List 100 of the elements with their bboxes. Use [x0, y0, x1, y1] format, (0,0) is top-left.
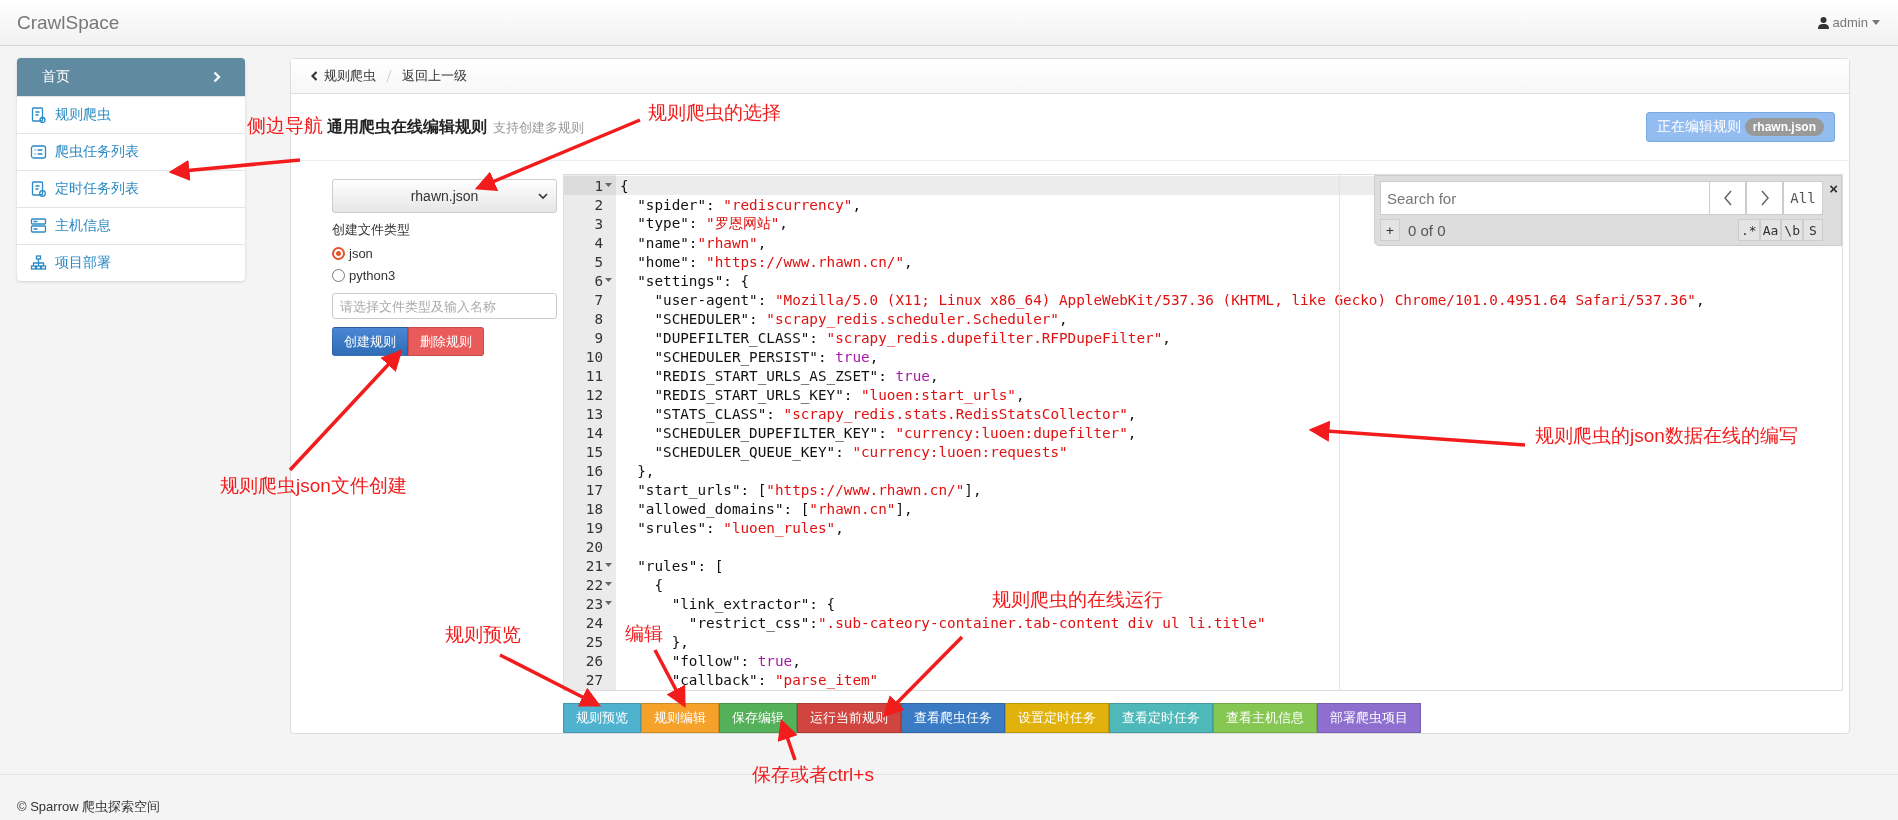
annotation-label: 规则爬虫json文件创建: [220, 474, 407, 498]
line-number: 10: [585, 348, 603, 365]
fold-caret-icon[interactable]: [605, 278, 612, 283]
sidebar-item-label: 项目部署: [55, 254, 111, 272]
file-type-option[interactable]: python3: [332, 268, 557, 283]
breadcrumb-link[interactable]: 返回上一级: [402, 67, 467, 86]
fold-caret-icon[interactable]: [605, 183, 612, 188]
line-number: 19: [585, 519, 603, 536]
code-line: },: [671, 633, 689, 650]
document-clock-icon: [30, 181, 47, 197]
code-line: "follow": true,: [671, 652, 801, 669]
code-line: "srules": "luoen_rules",: [637, 519, 844, 536]
match-count: 0 of 0: [1408, 221, 1447, 239]
action-button[interactable]: 查看定时任务: [1109, 703, 1213, 733]
sidebar-item[interactable]: 规则爬虫: [17, 96, 245, 133]
sidebar-item-label: 主机信息: [55, 217, 111, 235]
line-number: 7: [594, 291, 603, 308]
chevron-right-icon: [213, 71, 221, 83]
delete-rule-button[interactable]: 删除规则: [408, 327, 484, 356]
sidebar-item[interactable]: 主机信息: [17, 207, 245, 244]
line-number: 5: [594, 253, 603, 270]
line-number: 22: [585, 576, 603, 593]
fold-caret-icon[interactable]: [605, 582, 612, 587]
sidebar-item[interactable]: 爬虫任务列表: [17, 133, 245, 170]
line-number: 8: [594, 310, 603, 327]
sidebar-item[interactable]: 定时任务列表: [17, 170, 245, 207]
line-number: 26: [585, 652, 603, 669]
code-line: "start_urls": ["https://www.rhawn.cn/"],: [637, 481, 982, 498]
close-button[interactable]: ×: [1829, 180, 1838, 197]
line-number: 16: [585, 462, 603, 479]
radio-button[interactable]: [332, 247, 345, 260]
code-line: "REDIS_START_URLS_AS_ZSET": true,: [654, 367, 939, 384]
line-number: 24: [585, 614, 603, 631]
sidebar-item[interactable]: 项目部署: [17, 244, 245, 281]
action-button[interactable]: 查看爬虫任务: [901, 703, 1005, 733]
sidebar-item-label: 爬虫任务列表: [55, 143, 139, 161]
brand-title: CrawlSpace: [17, 11, 120, 34]
line-number: 21: [585, 557, 603, 574]
editing-rule-button[interactable]: 正在编辑规则 rhawn.json: [1645, 112, 1835, 143]
annotation-label: 规则预览: [445, 623, 521, 647]
next-button[interactable]: [1746, 181, 1783, 215]
code-line: "allowed_domains": ["rhawn.cn"],: [637, 500, 913, 517]
code-line: "type": "罗恩网站",: [637, 214, 788, 233]
user-menu[interactable]: admin: [1817, 15, 1880, 30]
name-input-field[interactable]: 请选择文件类型及输入名称: [332, 293, 557, 319]
find-all-button[interactable]: All: [1783, 181, 1823, 215]
code-line: "SCHEDULER_QUEUE_KEY": "currency:luoen:requests": [654, 443, 1068, 460]
fold-caret-icon[interactable]: [605, 563, 612, 568]
code-line: "settings": {: [637, 272, 750, 289]
chevron-down-icon: [538, 193, 548, 200]
code-line: "home": "https://www.rhawn.cn/",: [637, 253, 913, 270]
line-number: 9: [594, 329, 603, 346]
sidebar-item-label: 规则爬虫: [55, 106, 111, 124]
code-line: {: [654, 576, 664, 593]
code-line: "REDIS_START_URLS_KEY": "luoen:start_urls",: [654, 386, 1025, 403]
chevron-right-icon: [1759, 190, 1770, 206]
search-option-button[interactable]: S: [1803, 219, 1823, 241]
code-line: "name":"rhawn",: [637, 234, 767, 251]
code-line: {: [620, 177, 629, 194]
code-line: "SCHEDULER_DUPEFILTER_KEY": "currency:luoen:dupefilter",: [654, 424, 1137, 441]
search-option-button[interactable]: \b: [1781, 219, 1803, 241]
line-number: 2: [594, 196, 603, 213]
code-line: "spider": "rediscurrency",: [637, 196, 861, 213]
annotation-label: 侧边导航: [247, 114, 323, 138]
sidebar-header[interactable]: 首页: [17, 58, 245, 96]
document-gear-icon: [30, 107, 47, 123]
line-number: 20: [585, 538, 603, 555]
search-option-button[interactable]: Aa: [1759, 219, 1782, 241]
code-line: "rules": [: [637, 557, 724, 574]
search-field[interactable]: Search for: [1380, 181, 1709, 215]
code-line: "SCHEDULER_PERSIST": true,: [654, 348, 879, 365]
line-number: 12: [585, 386, 603, 403]
code-editor[interactable]: [563, 174, 1843, 691]
file-type-option[interactable]: json: [332, 246, 557, 261]
line-number: 15: [585, 443, 603, 460]
line-number: 27: [585, 671, 603, 688]
previous-button[interactable]: [1709, 181, 1746, 215]
line-number: 18: [585, 500, 603, 517]
line-number: 1: [594, 177, 603, 194]
fold-caret-icon[interactable]: [605, 601, 612, 606]
action-button[interactable]: 部署爬虫项目: [1317, 703, 1421, 733]
line-number: 14: [585, 424, 603, 441]
code-line: },: [637, 462, 655, 479]
file-type-label: 创建文件类型: [332, 221, 411, 239]
radio-label: python3: [349, 268, 396, 283]
code-line: "DUPEFILTER_CLASS": "scrapy_redis.dupefilter.RFPDupeFilter",: [654, 329, 1171, 346]
page-title: 通用爬虫在线编辑规则: [327, 117, 487, 135]
chevron-left-icon: [1722, 190, 1733, 206]
breadcrumb-divider: [386, 70, 392, 83]
annotation-label: 编辑: [625, 622, 663, 646]
action-button[interactable]: 规则预览: [563, 703, 641, 733]
annotation-label: 规则爬虫的json数据在线的编写: [1535, 424, 1798, 448]
code-line: "restrict_css":".sub-cateory-container.tab-content div ul li.title": [688, 614, 1266, 631]
breadcrumb-link[interactable]: 规则爬虫: [311, 67, 376, 86]
replace-toggle-button[interactable]: +: [1380, 219, 1400, 241]
search-option-button[interactable]: .*: [1738, 219, 1760, 241]
create-rule-button[interactable]: 创建规则: [332, 327, 408, 356]
line-number: 13: [585, 405, 603, 422]
file-select[interactable]: rhawn.json: [332, 179, 557, 213]
annotation-label: 规则爬虫的在线运行: [992, 588, 1163, 612]
